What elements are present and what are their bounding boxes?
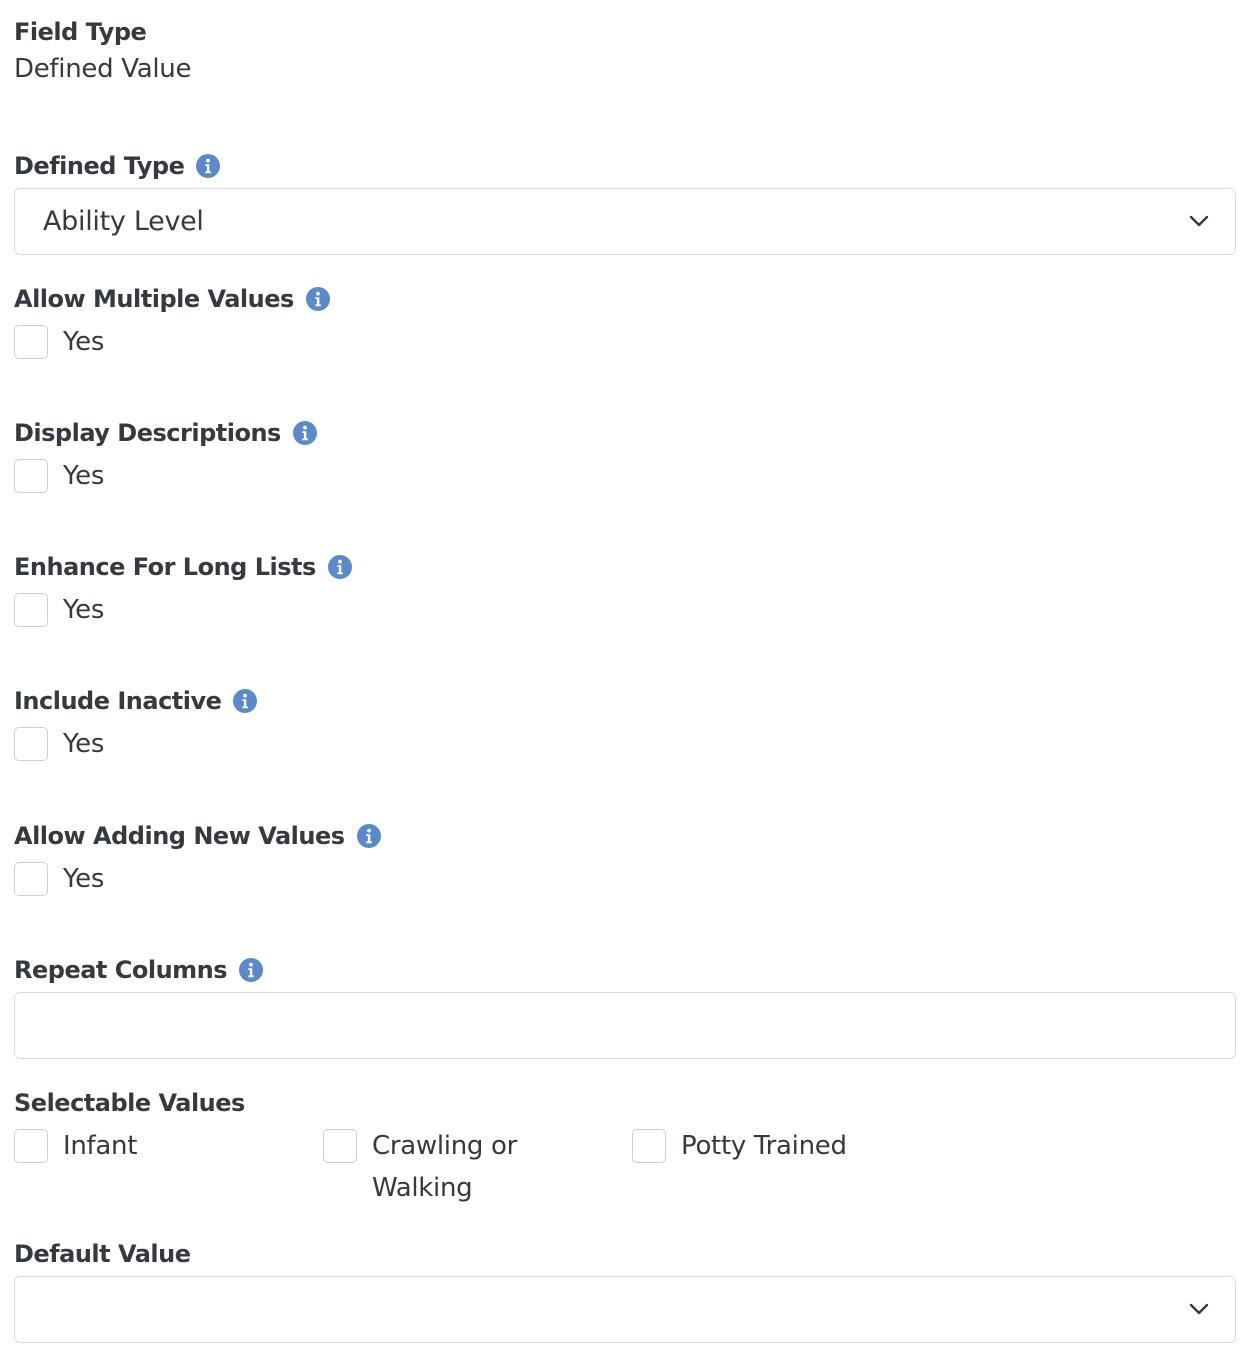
field-type-group: Field Type Defined Value: [14, 14, 1236, 84]
info-circle-icon[interactable]: [327, 555, 352, 579]
display-descriptions-checkbox[interactable]: [14, 459, 48, 493]
display-descriptions-group: Display Descriptions Yes: [14, 415, 1236, 497]
selectable-value-label[interactable]: Crawling or Walking: [372, 1125, 572, 1209]
chevron-down-icon: [1187, 209, 1211, 233]
allow-adding-checkbox[interactable]: [14, 862, 48, 896]
allow-adding-option[interactable]: Yes: [63, 858, 104, 900]
field-type-label: Field Type: [14, 18, 147, 46]
include-inactive-checkbox[interactable]: [14, 727, 48, 761]
enhance-long-lists-group: Enhance For Long Lists Yes: [14, 549, 1236, 631]
info-circle-icon[interactable]: [233, 689, 258, 713]
info-circle-icon[interactable]: [239, 958, 264, 982]
allow-multiple-label: Allow Multiple Values: [14, 285, 294, 313]
selectable-values-group: Selectable Values Infant Crawling or Wal…: [14, 1085, 1236, 1209]
defined-type-selected: Ability Level: [43, 206, 204, 237]
selectable-value-option[interactable]: Infant: [14, 1129, 323, 1209]
default-value-select[interactable]: [14, 1276, 1236, 1343]
enhance-long-lists-option[interactable]: Yes: [63, 589, 104, 631]
enhance-long-lists-checkbox[interactable]: [14, 593, 48, 627]
selectable-value-checkbox[interactable]: [632, 1129, 666, 1163]
selectable-value-checkbox[interactable]: [323, 1129, 357, 1163]
chevron-down-icon: [1187, 1297, 1211, 1321]
repeat-columns-label: Repeat Columns: [14, 956, 228, 984]
selectable-value-option[interactable]: Potty Trained: [632, 1129, 941, 1209]
repeat-columns-input[interactable]: [14, 992, 1236, 1059]
info-circle-icon[interactable]: [305, 287, 330, 311]
info-circle-icon[interactable]: [196, 154, 221, 178]
display-descriptions-option[interactable]: Yes: [63, 455, 104, 497]
enhance-long-lists-label: Enhance For Long Lists: [14, 553, 316, 581]
include-inactive-option[interactable]: Yes: [63, 723, 104, 765]
display-descriptions-label: Display Descriptions: [14, 419, 281, 447]
selectable-value-checkbox[interactable]: [14, 1129, 48, 1163]
include-inactive-group: Include Inactive Yes: [14, 683, 1236, 765]
allow-multiple-checkbox[interactable]: [14, 325, 48, 359]
selectable-values-label: Selectable Values: [14, 1089, 245, 1117]
repeat-columns-group: Repeat Columns: [14, 952, 1236, 1059]
info-circle-icon[interactable]: [292, 421, 317, 445]
include-inactive-label: Include Inactive: [14, 687, 222, 715]
selectable-value-label[interactable]: Potty Trained: [681, 1125, 847, 1167]
selectable-value-label[interactable]: Infant: [63, 1125, 137, 1167]
default-value-label: Default Value: [14, 1240, 191, 1268]
defined-type-select[interactable]: Ability Level: [14, 188, 1236, 255]
default-value-group: Default Value: [14, 1236, 1236, 1343]
selectable-value-option[interactable]: Crawling or Walking: [323, 1129, 632, 1209]
allow-adding-group: Allow Adding New Values Yes: [14, 818, 1236, 900]
allow-multiple-option[interactable]: Yes: [63, 321, 104, 363]
defined-type-label: Defined Type: [14, 152, 185, 180]
field-type-value: Defined Value: [14, 54, 192, 84]
defined-type-group: Defined Type Ability Level: [14, 148, 1236, 255]
allow-multiple-group: Allow Multiple Values Yes: [14, 281, 1236, 363]
info-circle-icon[interactable]: [356, 824, 381, 848]
allow-adding-label: Allow Adding New Values: [14, 822, 345, 850]
